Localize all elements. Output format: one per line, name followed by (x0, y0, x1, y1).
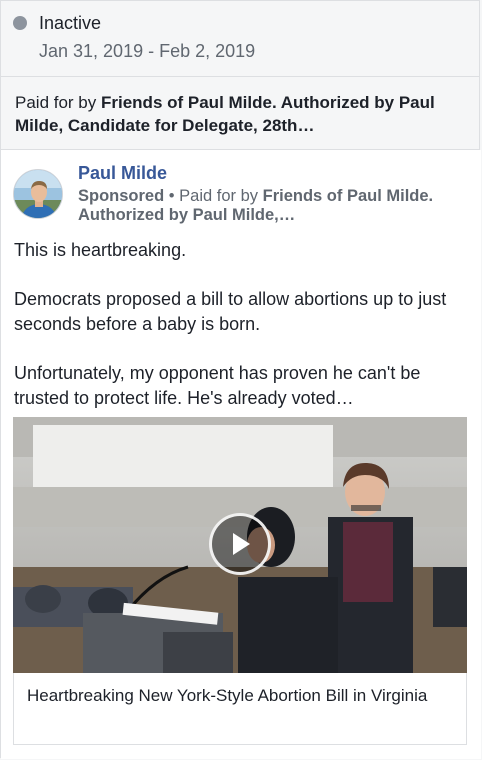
meta-separator: • (164, 187, 180, 205)
ad-preview: Paul Milde Sponsored • Paid for by Frien… (1, 150, 481, 759)
divider (1, 76, 479, 77)
avatar-image (14, 170, 62, 218)
play-icon (233, 533, 250, 555)
link-preview[interactable]: Heartbreaking New York-Style Abortion Bi… (13, 673, 467, 745)
paid-for-prefix: Paid for by (15, 93, 101, 112)
status-label: Inactive (39, 12, 102, 33)
post-body: This is heartbreaking. Democrats propose… (14, 238, 470, 411)
ad-status: Inactive (13, 11, 101, 35)
sponsored-label: Sponsored (78, 187, 165, 205)
ad-card: Inactive Jan 31, 2019 - Feb 2, 2019 Paid… (0, 0, 481, 759)
avatar[interactable] (13, 169, 63, 219)
status-dot-icon (13, 16, 27, 30)
post-paragraph: Democrats proposed a bill to allow abort… (14, 289, 447, 334)
paid-for-disclaimer: Paid for by Friends of Paul Milde. Autho… (15, 91, 467, 137)
post-meta: Sponsored • Paid for by Friends of Paul … (78, 187, 470, 225)
meta-paid-prefix: Paid for by (179, 187, 263, 205)
post-paragraph: This is heartbreaking. (14, 240, 187, 260)
page-name-link[interactable]: Paul Milde (78, 163, 167, 184)
ad-date-range: Jan 31, 2019 - Feb 2, 2019 (39, 41, 256, 61)
link-title[interactable]: Heartbreaking New York-Style Abortion Bi… (27, 685, 452, 707)
play-button[interactable] (209, 513, 271, 575)
post-paragraph: Unfortunately, my opponent has proven he… (14, 363, 421, 408)
video-thumbnail[interactable] (13, 417, 467, 673)
